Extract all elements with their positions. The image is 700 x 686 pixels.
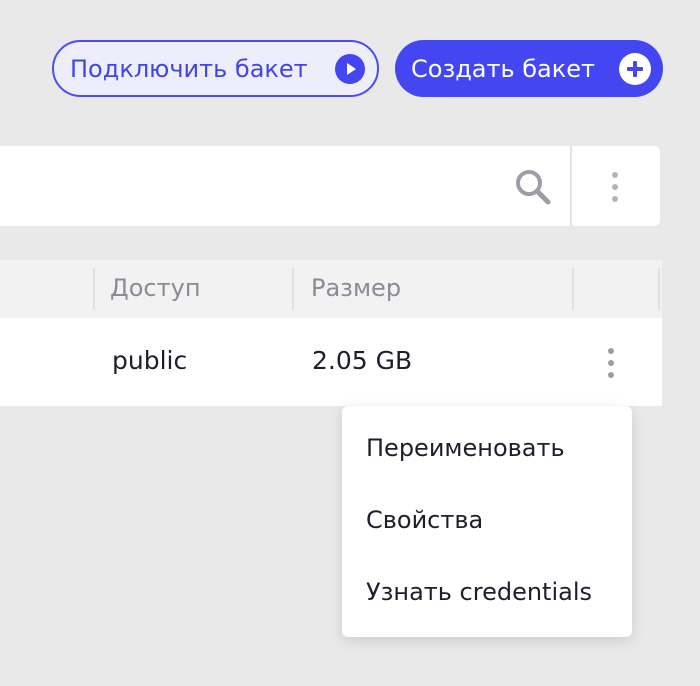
table-header: Доступ Размер: [0, 260, 662, 318]
plus-circle-icon: [619, 52, 651, 85]
column-separator: [93, 268, 95, 310]
access-cell: public: [112, 346, 188, 375]
menu-item-credentials[interactable]: Узнать credentials: [366, 578, 592, 606]
search-bar[interactable]: [0, 146, 660, 226]
column-header-size[interactable]: Размер: [311, 274, 401, 302]
more-vertical-icon[interactable]: [606, 170, 624, 204]
create-bucket-label: Создать бакет: [411, 54, 596, 83]
column-separator: [292, 268, 294, 310]
search-divider: [570, 146, 572, 226]
connect-bucket-button[interactable]: Подключить бакет: [52, 40, 379, 97]
column-separator: [572, 268, 574, 310]
connect-bucket-label: Подключить бакет: [70, 54, 308, 83]
create-bucket-button[interactable]: Создать бакет: [395, 40, 663, 97]
play-circle-icon: [335, 53, 365, 84]
context-menu: Переименовать Свойства Узнать credential…: [342, 406, 632, 637]
row-actions-icon[interactable]: [602, 346, 620, 380]
column-header-access[interactable]: Доступ: [110, 274, 201, 302]
search-icon[interactable]: [514, 168, 552, 206]
column-separator: [658, 268, 660, 310]
menu-item-properties[interactable]: Свойства: [366, 506, 483, 534]
size-cell: 2.05 GB: [312, 346, 413, 375]
menu-item-rename[interactable]: Переименовать: [366, 434, 565, 462]
table-row[interactable]: public 2.05 GB: [0, 318, 662, 406]
